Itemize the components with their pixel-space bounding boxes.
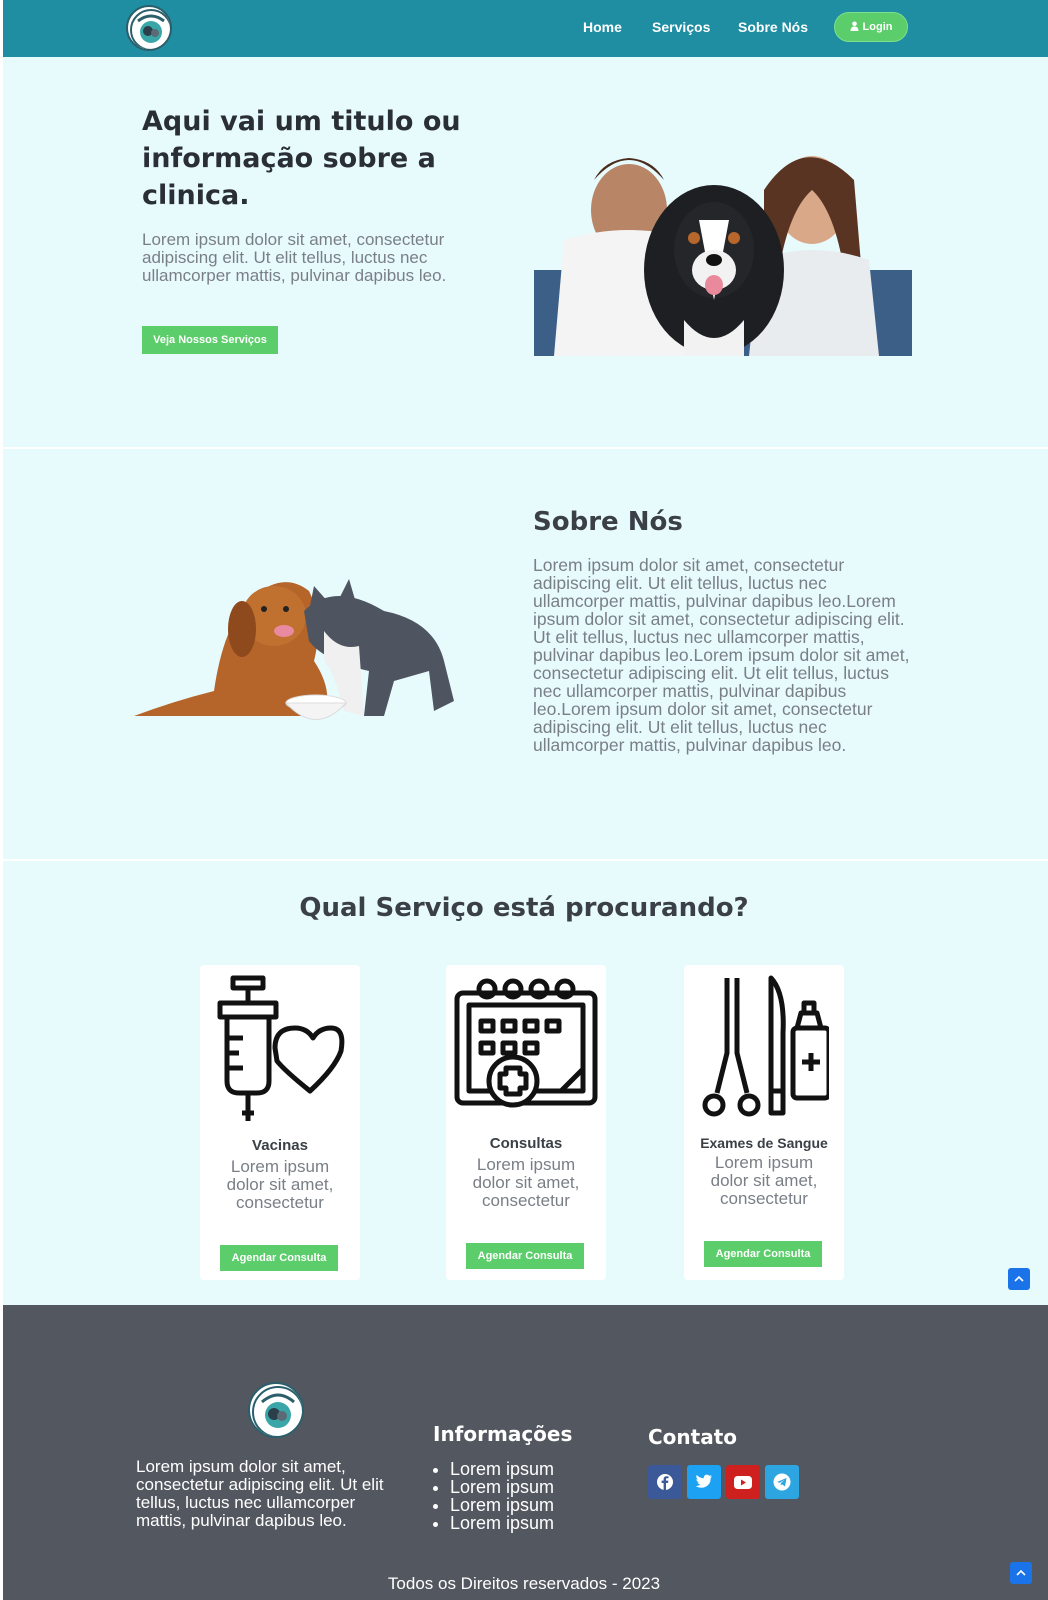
footer-logo: [248, 1382, 304, 1438]
site-footer: [3, 1305, 1048, 1600]
services-title: Qual Serviço está procurando?: [299, 893, 749, 923]
twitter-icon: [695, 1474, 712, 1488]
service-desc: Lorem ipsum dolor sit amet, consectetur: [710, 1153, 818, 1208]
hero-text: Lorem ipsum dolor sit amet, consectetur …: [142, 230, 447, 285]
telegram-button[interactable]: [765, 1465, 799, 1499]
info-item[interactable]: Lorem ipsum: [450, 1514, 554, 1532]
login-button[interactable]: Login: [834, 12, 908, 42]
footer-scroll-top-button[interactable]: [1010, 1562, 1032, 1584]
telegram-icon: [773, 1473, 791, 1491]
service-card-vacinas: Vacinas Lorem ipsum dolor sit amet, cons…: [200, 965, 360, 1280]
about-title: Sobre Nós: [533, 507, 683, 537]
login-label: Login: [862, 21, 893, 33]
footer-description: Lorem ipsum dolor sit amet, consectetur …: [136, 1457, 384, 1530]
service-desc: Lorem ipsum dolor sit amet, consectetur: [226, 1157, 334, 1212]
clinic-logo[interactable]: [126, 5, 172, 51]
service-name: Consultas: [489, 1135, 563, 1152]
calendar-medical-icon: [446, 973, 606, 1123]
schedule-button[interactable]: Agendar Consulta: [220, 1245, 338, 1271]
facebook-button[interactable]: [648, 1465, 682, 1499]
pets-image: [134, 551, 464, 731]
nav-home[interactable]: Home: [583, 19, 622, 35]
user-icon: [850, 21, 859, 34]
contact-title: Contato: [648, 1425, 738, 1449]
scroll-top-button[interactable]: [1008, 1268, 1030, 1290]
chevron-up-icon: [1014, 1275, 1024, 1282]
nav-servicos[interactable]: Serviços: [652, 19, 710, 35]
info-item[interactable]: Lorem ipsum: [450, 1460, 554, 1478]
info-item[interactable]: Lorem ipsum: [450, 1496, 554, 1514]
info-list: Lorem ipsum Lorem ipsum Lorem ipsum Lore…: [435, 1460, 554, 1532]
info-title: Informações: [433, 1422, 573, 1446]
nav-sobre-nos[interactable]: Sobre Nós: [738, 19, 808, 35]
services-button[interactable]: Veja Nossos Serviços: [142, 326, 278, 354]
service-name: Exames de Sangue: [700, 1135, 828, 1151]
schedule-button[interactable]: Agendar Consulta: [704, 1241, 822, 1267]
about-text: Lorem ipsum dolor sit amet, consectetur …: [533, 555, 910, 755]
chevron-up-icon: [1016, 1569, 1026, 1576]
medical-tools-icon: [684, 973, 844, 1123]
info-item[interactable]: Lorem ipsum: [450, 1478, 554, 1496]
syringe-heart-icon: [200, 973, 360, 1123]
service-name: Vacinas: [252, 1137, 308, 1154]
hero-image: [534, 120, 912, 356]
service-desc: Lorem ipsum dolor sit amet, consectetur: [472, 1155, 580, 1210]
hero-title: Aqui vai um titulo ou informação sobre a…: [142, 106, 461, 211]
schedule-button[interactable]: Agendar Consulta: [466, 1243, 584, 1269]
copyright-text: Todos os Direitos reservados - 2023: [387, 1574, 661, 1593]
twitter-button[interactable]: [687, 1465, 721, 1499]
youtube-button[interactable]: [726, 1465, 760, 1499]
facebook-icon: [657, 1474, 673, 1490]
youtube-icon: [734, 1475, 752, 1489]
service-card-consultas: Consultas Lorem ipsum dolor sit amet, co…: [446, 965, 606, 1280]
service-card-exames: Exames de Sangue Lorem ipsum dolor sit a…: [684, 965, 844, 1280]
